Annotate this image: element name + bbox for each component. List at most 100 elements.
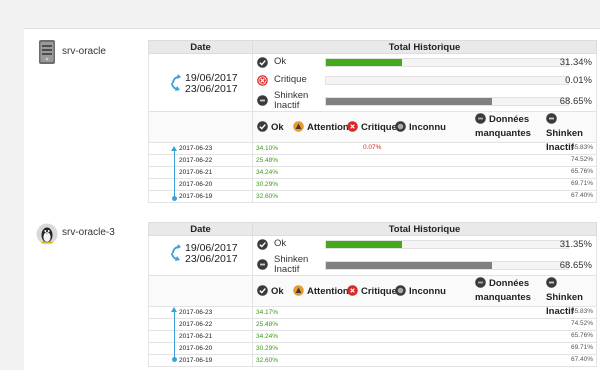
table-row: 2017-06-2030.29%69.71% [149, 343, 597, 355]
legend-attention: Attention [293, 285, 349, 297]
row-ok-value: 34.17% [253, 309, 278, 316]
ok-progress-fill [326, 59, 402, 66]
summary-critique-label: Critique [274, 75, 307, 85]
legend-critique: Critique [347, 285, 397, 297]
history-table: Date Total Historique 19/06/2017 23/06/2… [148, 222, 597, 367]
row-date: 2017-06-22 [149, 319, 253, 331]
legend-inconnu: Inconnu [395, 121, 446, 133]
host-name[interactable]: srv-oracle-3 [62, 227, 115, 238]
server-icon [36, 39, 58, 65]
summary-critique-percent: 0.01% [565, 75, 592, 86]
row-date: 2017-06-23 [149, 143, 253, 155]
legend-cell: Ok Attention Critique Inconnu Donnéesman… [253, 112, 597, 143]
critique-progress-bar [325, 76, 569, 85]
table-row: 2017-06-2134.24% 65.76% [149, 167, 597, 179]
refresh-cycle-icon[interactable] [169, 74, 181, 92]
total-history-column-header: Total Historique [253, 223, 597, 236]
shinken-inactif-icon [546, 277, 557, 288]
legend-cell: Ok Attention Critique Inconnu Donnéesman… [253, 276, 597, 307]
timeline-dot [172, 357, 177, 362]
timeline-dot [172, 196, 177, 201]
table-row: 2017-06-2225.48%74.52% [149, 155, 597, 167]
timeline-line [174, 310, 175, 360]
summary-ok-percent: 31.35% [560, 239, 592, 250]
row-date: 2017-06-21 [149, 167, 253, 179]
table-row: 2017-06-2134.24%65.76% [149, 331, 597, 343]
attention-warning-icon [293, 121, 304, 132]
row-ok-value: 34.10% [253, 145, 278, 152]
summary-ok-row: Ok 31.35% [253, 236, 596, 254]
inconnu-question-icon [395, 121, 406, 132]
legend-inconnu-label: Inconnu [409, 122, 446, 133]
row-critique-value: 0.07% [363, 144, 381, 151]
inactif-progress-bar [325, 261, 569, 270]
table-row: 2017-06-1932.60%67.40% [149, 355, 597, 367]
summary-cell: Ok 31.34% Critique 0.01% Shinken Inactif [253, 54, 597, 112]
refresh-cycle-icon[interactable] [169, 244, 181, 262]
row-ok-value: 25.48% [253, 321, 278, 328]
row-inactif-value: 65.76% [571, 168, 596, 175]
row-inactif-value: 67.40% [571, 192, 596, 199]
date-column-header: Date [149, 223, 253, 236]
inactif-progress-fill [326, 98, 492, 105]
row-ok-value: 34.24% [253, 333, 278, 340]
ok-check-icon [257, 285, 268, 296]
attention-warning-icon [293, 285, 304, 296]
history-table: Date Total Historique 19/06/2017 23/06/2… [148, 40, 597, 203]
legend-row: Ok Attention Critique Inconnu Donnéesman… [253, 112, 596, 142]
summary-cell: Ok 31.35% Shinken Inactif 68.65% [253, 236, 597, 276]
missing-data-icon [475, 277, 486, 288]
host-name[interactable]: srv-oracle [62, 46, 106, 57]
date-range-cell: 19/06/2017 23/06/2017 [149, 236, 253, 276]
date-column-header: Date [149, 41, 253, 54]
ok-progress-bar [325, 58, 569, 67]
table-row: 2017-06-2030.29%69.71% [149, 179, 597, 191]
date-to: 23/06/2017 [185, 84, 238, 95]
summary-inactif-row: Shinken Inactif 68.65% [253, 90, 596, 111]
shinken-inactif-icon [257, 259, 268, 270]
ok-check-icon [257, 239, 268, 250]
legend-critique: Critique [347, 121, 397, 133]
table-row: 2017-06-2334.10%0.07%65.83% [149, 143, 597, 155]
row-inactif-value: 74.52% [571, 156, 596, 163]
row-ok-value: 32.60% [253, 193, 278, 200]
row-ok-value: 34.24% [253, 169, 278, 176]
summary-inactif-label: Shinken Inactif [274, 91, 314, 111]
summary-critique-row: Critique 0.01% [253, 72, 596, 90]
row-inactif-value: 65.83% [571, 308, 596, 315]
legend-row: Ok Attention Critique Inconnu Donnéesman… [253, 276, 596, 306]
ok-progress-fill [326, 241, 402, 248]
ok-check-icon [257, 57, 268, 68]
row-inactif-value: 67.40% [571, 356, 596, 363]
legend-ok-label: Ok [271, 122, 284, 133]
summary-inactif-percent: 68.65% [560, 96, 592, 107]
legend-critique-label: Critique [361, 286, 397, 297]
critique-x-icon [347, 121, 358, 132]
row-date: 2017-06-19 [149, 191, 253, 203]
legend-spacer [149, 276, 253, 307]
legend-critique-label: Critique [361, 122, 397, 133]
shinken-inactif-icon [546, 113, 557, 124]
legend-donnees-line1: Données [489, 114, 529, 125]
linux-penguin-icon [36, 223, 58, 245]
legend-donnees-line2: manquantes [475, 292, 531, 303]
legend-ok-label: Ok [271, 286, 284, 297]
row-ok-value: 30.29% [253, 345, 278, 352]
legend-spacer [149, 112, 253, 143]
summary-ok-label: Ok [274, 239, 286, 249]
legend-attention-label: Attention [307, 122, 349, 133]
total-history-column-header: Total Historique [253, 41, 597, 54]
ok-check-icon [257, 121, 268, 132]
legend-ok: Ok [257, 285, 284, 297]
row-ok-value: 30.29% [253, 181, 278, 188]
critique-x-icon [257, 75, 268, 86]
legend-inconnu-label: Inconnu [409, 286, 446, 297]
row-date: 2017-06-21 [149, 331, 253, 343]
row-inactif-value: 74.52% [571, 320, 596, 327]
legend-shinken-line1: Shinken [546, 128, 583, 139]
summary-ok-row: Ok 31.34% [253, 54, 596, 72]
row-ok-value: 25.48% [253, 157, 278, 164]
legend-ok: Ok [257, 121, 284, 133]
row-date: 2017-06-20 [149, 343, 253, 355]
summary-ok-label: Ok [274, 57, 286, 67]
